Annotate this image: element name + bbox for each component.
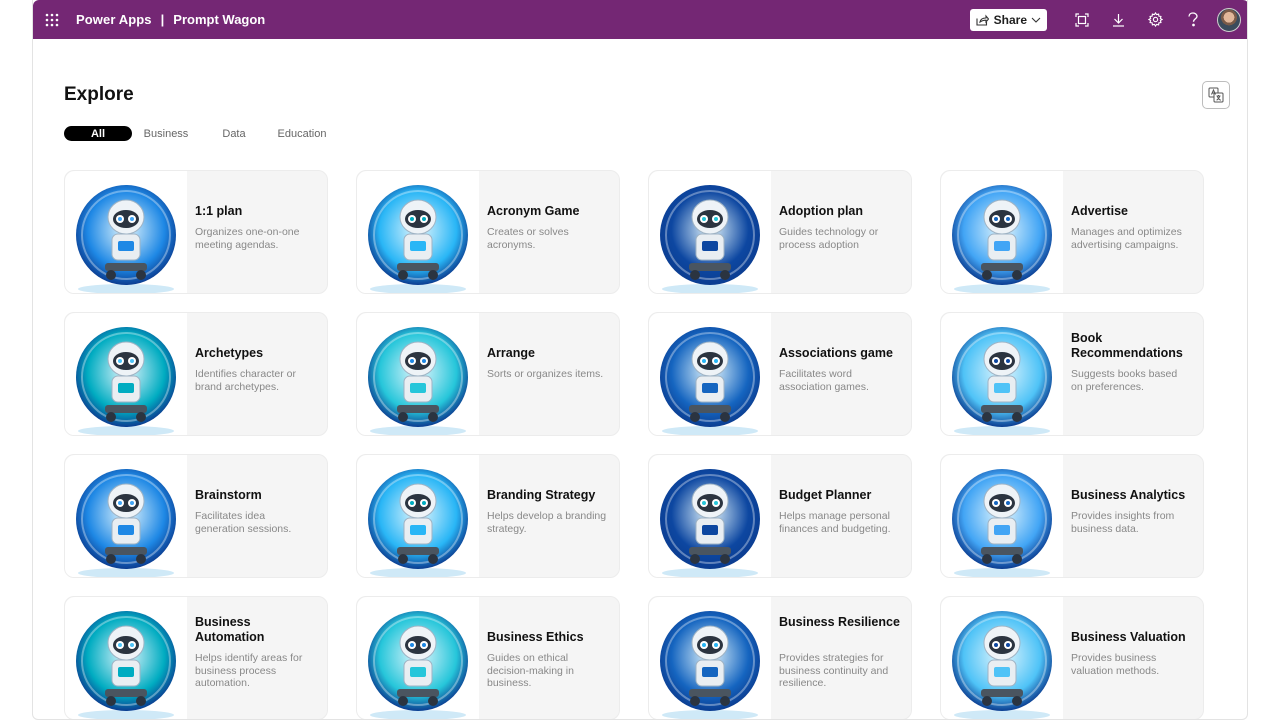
card-title: Arrange	[487, 346, 535, 360]
card-title: Business Analytics	[1071, 488, 1186, 502]
card-title: Branding Strategy	[487, 488, 596, 502]
top-bar-actions: Share	[969, 0, 1241, 39]
translate-icon	[1208, 87, 1224, 103]
robot-illustration-icon	[649, 455, 771, 577]
card-description: Helps identify areas for business proces…	[195, 652, 303, 689]
robot-illustration-icon	[941, 171, 1063, 293]
prompt-card[interactable]: Archetypes Identifies character or brand …	[64, 312, 328, 436]
translate-button[interactable]	[1202, 81, 1230, 109]
card-description: Organizes one-on-one meeting agendas.	[195, 226, 300, 251]
prompt-card[interactable]: Arrange Sorts or organizes items.	[356, 312, 620, 436]
card-title: Business Resilience	[779, 615, 900, 629]
card-title: Business Valuation	[1071, 630, 1186, 644]
app-title: Prompt Wagon	[173, 12, 266, 27]
card-title: Acronym Game	[487, 204, 580, 218]
prompt-card[interactable]: Business Resilience Provides strategies f…	[648, 596, 912, 719]
robot-illustration-icon	[649, 171, 771, 293]
card-description: Facilitates word association games.	[779, 368, 869, 393]
app-launcher-icon[interactable]	[33, 0, 71, 39]
title-separator: |	[160, 12, 165, 27]
chevron-down-icon	[1031, 17, 1041, 23]
card-title: Associations game	[779, 346, 893, 360]
prompt-card[interactable]: Adoption plan Guides technology or proces…	[648, 170, 912, 294]
tab-business[interactable]: Business	[132, 126, 200, 141]
prompt-card[interactable]: Branding Strategy Helps develop a brandin…	[356, 454, 620, 578]
prompt-card[interactable]: Business Automation Helps identify areas …	[64, 596, 328, 719]
prompt-card[interactable]: Brainstorm Facilitates idea generation se…	[64, 454, 328, 578]
tab-data[interactable]: Data	[200, 126, 268, 141]
tab-all[interactable]: All	[64, 126, 132, 141]
prompt-card[interactable]: 1:1 plan Organizes one-on-one meeting age…	[64, 170, 328, 294]
card-title: Archetypes	[195, 346, 264, 360]
card-title: Business Automation	[195, 615, 265, 644]
robot-illustration-icon	[649, 597, 771, 719]
prompt-card[interactable]: Book Recommendations Suggests books based…	[940, 312, 1204, 436]
download-icon[interactable]	[1100, 0, 1137, 39]
robot-illustration-icon	[941, 597, 1063, 719]
prompt-card[interactable]: Budget Planner Helps manage personal fina…	[648, 454, 912, 578]
card-description: Guides technology or process adoption	[779, 226, 879, 251]
card-description: Provides insights from business data.	[1071, 510, 1175, 535]
card-title: Advertise	[1071, 204, 1128, 218]
card-description: Manages and optimizes advertising campai…	[1071, 226, 1182, 251]
robot-illustration-icon	[357, 171, 479, 293]
help-icon[interactable]	[1174, 0, 1211, 39]
top-bar: Power Apps | Prompt Wagon Share	[33, 0, 1247, 39]
robot-illustration-icon	[649, 313, 771, 435]
robot-illustration-icon	[941, 313, 1063, 435]
card-description: Provides business valuation methods.	[1071, 652, 1160, 677]
page-title: Explore	[64, 84, 134, 105]
robot-illustration-icon	[357, 313, 479, 435]
card-description: Provides strategies for business continu…	[779, 652, 889, 689]
robot-illustration-icon	[65, 597, 187, 719]
fit-screen-icon[interactable]	[1063, 0, 1100, 39]
card-title: Budget Planner	[779, 488, 872, 502]
robot-illustration-icon	[65, 455, 187, 577]
prompt-card[interactable]: Advertise Manages and optimizes advertisi…	[940, 170, 1204, 294]
card-description: Helps manage personal finances and budge…	[779, 510, 891, 535]
category-tabs: All Business Data Education	[64, 126, 336, 141]
card-title: Business Ethics	[487, 630, 584, 644]
user-avatar[interactable]	[1217, 7, 1241, 32]
card-title: 1:1 plan	[195, 204, 243, 218]
prompt-card[interactable]: Business Analytics Provides insights from…	[940, 454, 1204, 578]
card-description: Identifies character or brand archetypes…	[195, 368, 296, 393]
share-icon	[976, 13, 989, 26]
prompt-card[interactable]: Business Ethics Guides on ethical decisio…	[356, 596, 620, 719]
card-description: Suggests books based on preferences.	[1071, 368, 1178, 393]
robot-illustration-icon	[65, 171, 187, 293]
app-name[interactable]: Power Apps	[76, 12, 152, 27]
card-description: Helps develop a branding strategy.	[487, 510, 607, 535]
robot-illustration-icon	[65, 313, 187, 435]
robot-illustration-icon	[357, 597, 479, 719]
settings-gear-icon[interactable]	[1137, 0, 1174, 39]
app-frame: Power Apps | Prompt Wagon Share Explore …	[32, 0, 1248, 720]
robot-illustration-icon	[941, 455, 1063, 577]
share-button[interactable]: Share	[969, 8, 1047, 31]
prompt-card[interactable]: Acronym Game Creates or solves acronyms.	[356, 170, 620, 294]
robot-illustration-icon	[357, 455, 479, 577]
card-title: Brainstorm	[195, 488, 262, 502]
card-title: Adoption plan	[779, 204, 864, 218]
card-description: Sorts or organizes items.	[487, 368, 604, 380]
card-description: Facilitates idea generation sessions.	[195, 510, 292, 535]
prompt-card[interactable]: Associations game Facilitates word associ…	[648, 312, 912, 436]
card-description: Guides on ethical decision-making in bus…	[487, 652, 574, 689]
card-title: Book Recommendations	[1071, 331, 1183, 360]
tab-education[interactable]: Education	[268, 126, 336, 141]
share-label: Share	[993, 12, 1027, 27]
card-description: Creates or solves acronyms.	[487, 226, 569, 251]
prompt-card[interactable]: Business Valuation Provides business valu…	[940, 596, 1204, 719]
